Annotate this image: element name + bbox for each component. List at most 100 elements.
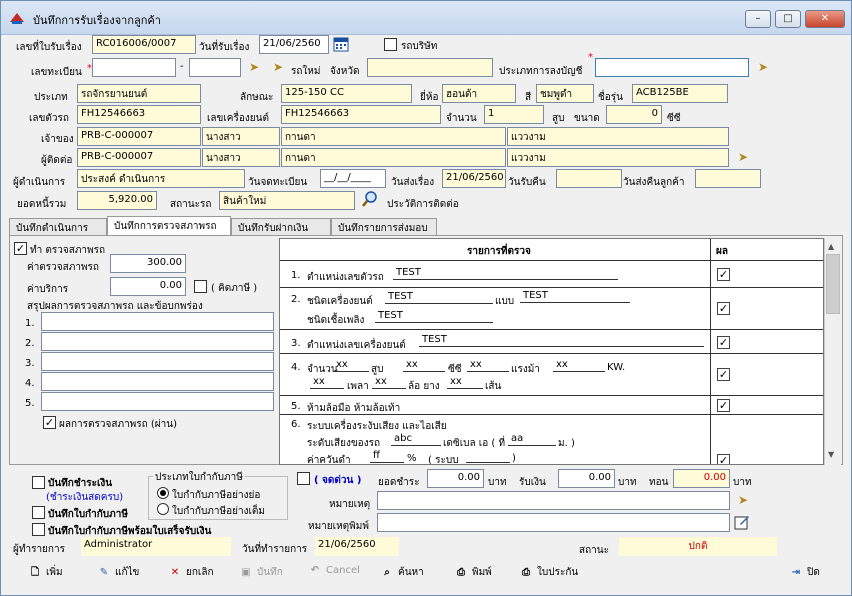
r4-qty[interactable]: xx xyxy=(333,359,369,372)
vehicle-type-field[interactable]: รถจักรยานยนต์ xyxy=(77,84,201,103)
minimize-button[interactable]: – xyxy=(745,10,771,28)
chassis-field[interactable]: FH12546663 xyxy=(77,105,201,124)
amount-field[interactable]: 0.00 xyxy=(427,469,484,488)
pass-checkbox[interactable]: ✓ xyxy=(43,416,56,429)
r1-result-checkbox[interactable]: ✓ xyxy=(717,268,730,281)
summary-line-input[interactable] xyxy=(41,332,274,351)
owner-title-field[interactable]: นางสาว xyxy=(202,127,280,146)
r6-result-checkbox[interactable]: ✓ xyxy=(717,454,730,464)
history-label[interactable]: ประวัติการติดต่อ xyxy=(387,197,459,212)
company-car-checkbox[interactable] xyxy=(384,38,397,51)
received-field[interactable]: 0.00 xyxy=(558,469,615,488)
date-field[interactable]: 21/06/2560 xyxy=(259,35,329,54)
reg-number-input[interactable] xyxy=(189,58,241,77)
contact-title-field[interactable]: นางสาว xyxy=(202,148,280,167)
debt-field[interactable]: 5,920.00 xyxy=(77,191,157,210)
owner-first-field[interactable]: กานดา xyxy=(281,127,506,146)
calendar-icon[interactable] xyxy=(333,36,349,52)
contact-code-field[interactable]: PRB-C-000007 xyxy=(77,148,201,167)
r4-wheel[interactable]: xx xyxy=(372,376,406,389)
summary-line-input[interactable] xyxy=(41,392,274,411)
qty-field[interactable]: 1 xyxy=(484,105,544,124)
vat-checkbox[interactable] xyxy=(194,280,207,293)
tab-process[interactable]: บันทึกดำเนินการ xyxy=(9,218,107,235)
urgent-checkbox[interactable] xyxy=(297,472,310,485)
edit-note-icon[interactable] xyxy=(734,514,750,530)
fee-field[interactable]: 300.00 xyxy=(110,254,186,273)
tab-deposit[interactable]: บันทึกรับฝากเงิน xyxy=(231,218,331,235)
owner-last-field[interactable]: แววงาม xyxy=(507,127,729,146)
note-print-input[interactable] xyxy=(377,513,730,532)
reg-prefix-input[interactable] xyxy=(92,58,176,77)
owner-code-field[interactable]: PRB-C-000007 xyxy=(77,127,201,146)
invoice-button[interactable]: ⎙ ใบประกัน xyxy=(519,565,578,585)
doc-no-field[interactable]: RC016006/0007 xyxy=(92,35,196,54)
process-field[interactable]: ประสงค์ ดำเนินการ xyxy=(77,169,245,188)
r2-result-checkbox[interactable]: ✓ xyxy=(717,302,730,315)
reg-date-field[interactable]: __/__/____ xyxy=(320,169,386,188)
tax-checkbox[interactable] xyxy=(32,506,45,519)
cancel-doc-button[interactable]: ✕ ยกเลิก xyxy=(168,565,214,585)
r4-tire[interactable]: xx xyxy=(447,376,483,389)
r4-axle[interactable]: xx xyxy=(310,376,344,389)
tab-inspection[interactable]: บันทึกการตรวจสภาพรถ xyxy=(107,216,231,236)
inspect-checkbox[interactable]: ✓ xyxy=(14,242,27,255)
search-button[interactable]: ⌕ ค้นหา xyxy=(380,565,424,585)
maximize-button[interactable]: □ xyxy=(775,10,801,28)
receive-date-field[interactable] xyxy=(556,169,622,188)
summary-line-input[interactable] xyxy=(41,312,274,331)
summary-line-input[interactable] xyxy=(41,372,274,391)
send-date-field[interactable]: 21/06/2560 xyxy=(442,169,506,188)
feature-field[interactable]: 125-150 CC xyxy=(281,84,412,103)
print-button[interactable]: ⎙ พิมพ์ xyxy=(454,565,492,585)
add-button[interactable]: 🗋 เพิ่ม xyxy=(28,565,63,585)
r4-result-checkbox[interactable]: ✓ xyxy=(717,368,730,381)
summary-line-input[interactable] xyxy=(41,352,274,371)
r3-result-checkbox[interactable]: ✓ xyxy=(717,336,730,349)
tax-receipt-checkbox[interactable] xyxy=(32,523,45,536)
size-field[interactable]: 0 xyxy=(606,105,662,124)
close-window-button[interactable]: ✕ xyxy=(805,10,845,28)
r2-type-value[interactable]: TEST xyxy=(520,290,630,303)
pay-checkbox[interactable] xyxy=(32,476,45,489)
r1-value[interactable]: TEST xyxy=(393,267,618,280)
history-search-icon[interactable] xyxy=(361,190,379,208)
lookup-note-icon[interactable]: ➤ xyxy=(734,492,752,508)
r4-cyl[interactable]: xx xyxy=(403,359,445,372)
engine-field[interactable]: FH12546663 xyxy=(281,105,441,124)
contact-first-field[interactable]: กานดา xyxy=(281,148,506,167)
r6-sys-input[interactable] xyxy=(466,450,510,463)
r2-fuel-value[interactable]: TEST xyxy=(375,310,493,323)
lookup-reg-icon[interactable]: ➤ xyxy=(245,59,263,75)
return-date-field[interactable] xyxy=(695,169,761,188)
r6-noise[interactable]: abc xyxy=(391,433,441,446)
service-field[interactable]: 0.00 xyxy=(110,277,186,296)
color-field[interactable]: ชมพูดำ xyxy=(536,84,594,103)
tab-delivery[interactable]: บันทึกรายการส่งมอบ xyxy=(331,218,437,235)
contact-last-field[interactable]: แววงาม xyxy=(507,148,729,167)
r3-value[interactable]: TEST xyxy=(419,334,704,347)
table-scrollbar[interactable]: ▲ ▼ xyxy=(824,238,841,465)
car-status-field[interactable]: สินค้าใหม่ xyxy=(219,191,355,210)
edit-button[interactable]: ✎ แก้ไข xyxy=(97,565,140,585)
r4-cc[interactable]: xx xyxy=(467,359,509,372)
r2-value[interactable]: TEST xyxy=(385,291,493,304)
short-tax-radio[interactable] xyxy=(157,487,169,499)
lookup-new-car-icon[interactable]: ➤ xyxy=(269,59,287,75)
account-type-input[interactable] xyxy=(595,58,749,77)
note-input[interactable] xyxy=(377,491,730,510)
brand-field[interactable]: ฮอนด้า xyxy=(442,84,516,103)
close-button[interactable]: ⇥ ปิด xyxy=(789,565,820,585)
lookup-account-type-icon[interactable]: ➤ xyxy=(754,59,772,75)
change-field[interactable]: 0.00 xyxy=(673,469,730,488)
r5-result-checkbox[interactable]: ✓ xyxy=(717,399,730,412)
r4-hp[interactable]: xx xyxy=(553,359,605,372)
r6-aa[interactable]: aa xyxy=(508,433,556,446)
model-field[interactable]: ACB125BE xyxy=(632,84,728,103)
save-button[interactable]: ▣ บันทึก xyxy=(239,565,283,585)
province-field[interactable] xyxy=(367,58,493,77)
lookup-contact-icon[interactable]: ➤ xyxy=(734,149,752,165)
full-tax-radio[interactable] xyxy=(157,503,169,515)
r6-smoke[interactable]: ff xyxy=(370,450,404,463)
cancel-button[interactable]: ↶ Cancel xyxy=(308,565,360,585)
